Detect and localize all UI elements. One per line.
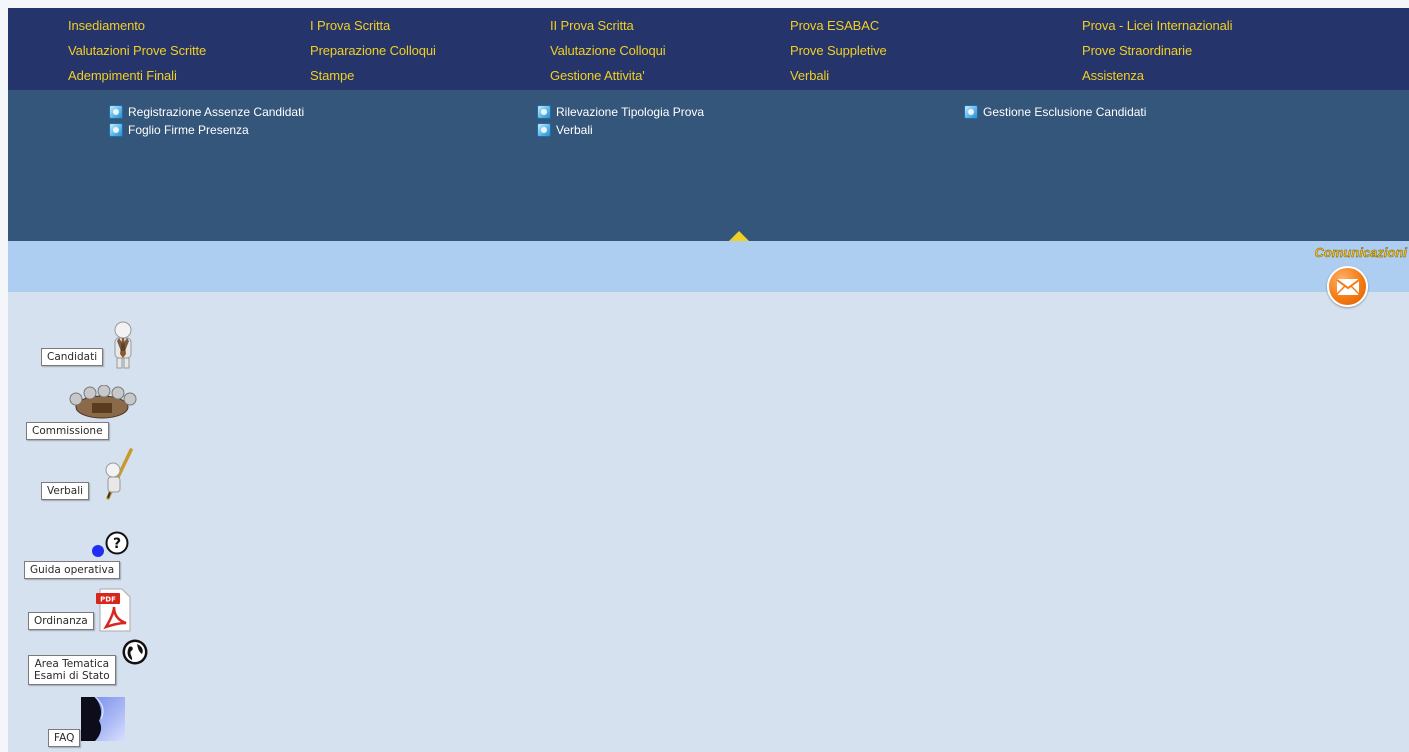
submenu-bullet-icon <box>964 105 978 119</box>
faq-button[interactable]: FAQ <box>48 729 81 747</box>
ordinanza-button[interactable]: Ordinanza <box>28 612 94 630</box>
submenu-rilevazione-tipologia[interactable]: Rilevazione Tipologia Prova <box>537 105 704 119</box>
blue-dot-icon <box>92 545 104 557</box>
submenu-item-label: Registrazione Assenze Candidati <box>128 105 305 119</box>
pdf-icon: PDF <box>94 587 134 633</box>
top-navigation: Insediamento Valutazioni Prove Scritte A… <box>8 8 1409 90</box>
candidati-button[interactable]: Candidati <box>41 348 104 366</box>
globe-icon <box>121 638 149 666</box>
svg-text:?: ? <box>113 536 121 552</box>
commissione-button[interactable]: Commissione <box>26 422 109 440</box>
submenu-bullet-icon <box>537 123 551 137</box>
verbali-pen-figure-icon <box>100 448 134 500</box>
submenu-panel: Registrazione Assenze Candidati Foglio F… <box>8 90 1409 241</box>
help-question-icon: ? <box>105 531 129 555</box>
submenu-foglio-firme[interactable]: Foglio Firme Presenza <box>109 123 249 137</box>
nav-adempimenti-finali[interactable]: Adempimenti Finali <box>68 68 177 83</box>
nav-verbali[interactable]: Verbali <box>790 68 829 83</box>
submenu-registrazione-assenze[interactable]: Registrazione Assenze Candidati <box>109 105 304 119</box>
communications-label[interactable]: Comunicazioni <box>1314 245 1407 260</box>
submenu-verbali[interactable]: Verbali <box>537 123 593 137</box>
svg-text:PDF: PDF <box>100 596 116 604</box>
communications-bar: Comunicazioni <box>8 241 1409 292</box>
nav-ii-prova-scritta[interactable]: II Prova Scritta <box>550 18 634 33</box>
nav-prove-suppletive[interactable]: Prove Suppletive <box>790 43 887 58</box>
submenu-item-label: Rilevazione Tipologia Prova <box>556 105 705 119</box>
candidati-figure-icon <box>105 321 135 369</box>
verbali-button[interactable]: Verbali <box>41 482 90 500</box>
submenu-bullet-icon <box>537 105 551 119</box>
nav-valutazioni-prove-scritte[interactable]: Valutazioni Prove Scritte <box>68 43 206 58</box>
app-frame: Insediamento Valutazioni Prove Scritte A… <box>8 8 1409 752</box>
area-tematica-button[interactable]: Area Tematica Esami di Stato <box>28 655 116 685</box>
submenu-bullet-icon <box>109 105 123 119</box>
submenu-item-label: Verbali <box>556 123 593 137</box>
commissione-group-icon <box>66 384 138 423</box>
nav-valutazione-colloqui[interactable]: Valutazione Colloqui <box>550 43 666 58</box>
nav-prova-esabac[interactable]: Prova ESABAC <box>790 18 879 33</box>
submenu-item-label: Foglio Firme Presenza <box>128 123 249 137</box>
submenu-item-label: Gestione Esclusione Candidati <box>983 105 1147 119</box>
nav-prova-licei-internazionali[interactable]: Prova - Licei Internazionali <box>1082 18 1232 33</box>
nav-i-prova-scritta[interactable]: I Prova Scritta <box>310 18 390 33</box>
nav-preparazione-colloqui[interactable]: Preparazione Colloqui <box>310 43 436 58</box>
submenu-bullet-icon <box>109 123 123 137</box>
nav-assistenza[interactable]: Assistenza <box>1082 68 1144 83</box>
area-tematica-label-line1: Area Tematica <box>34 658 110 670</box>
faq-portrait-icon <box>81 696 125 741</box>
envelope-icon[interactable] <box>1327 266 1368 307</box>
nav-gestione-attivita[interactable]: Gestione Attivita' <box>550 68 645 83</box>
submenu-pointer-arrow <box>729 231 749 241</box>
nav-prove-straordinarie[interactable]: Prove Straordinarie <box>1082 43 1192 58</box>
area-tematica-label-line2: Esami di Stato <box>34 670 110 682</box>
nav-stampe[interactable]: Stampe <box>310 68 354 83</box>
guida-operativa-button[interactable]: Guida operativa <box>24 561 121 579</box>
submenu-gestione-esclusione[interactable]: Gestione Esclusione Candidati <box>964 105 1146 119</box>
nav-insediamento[interactable]: Insediamento <box>68 18 145 33</box>
